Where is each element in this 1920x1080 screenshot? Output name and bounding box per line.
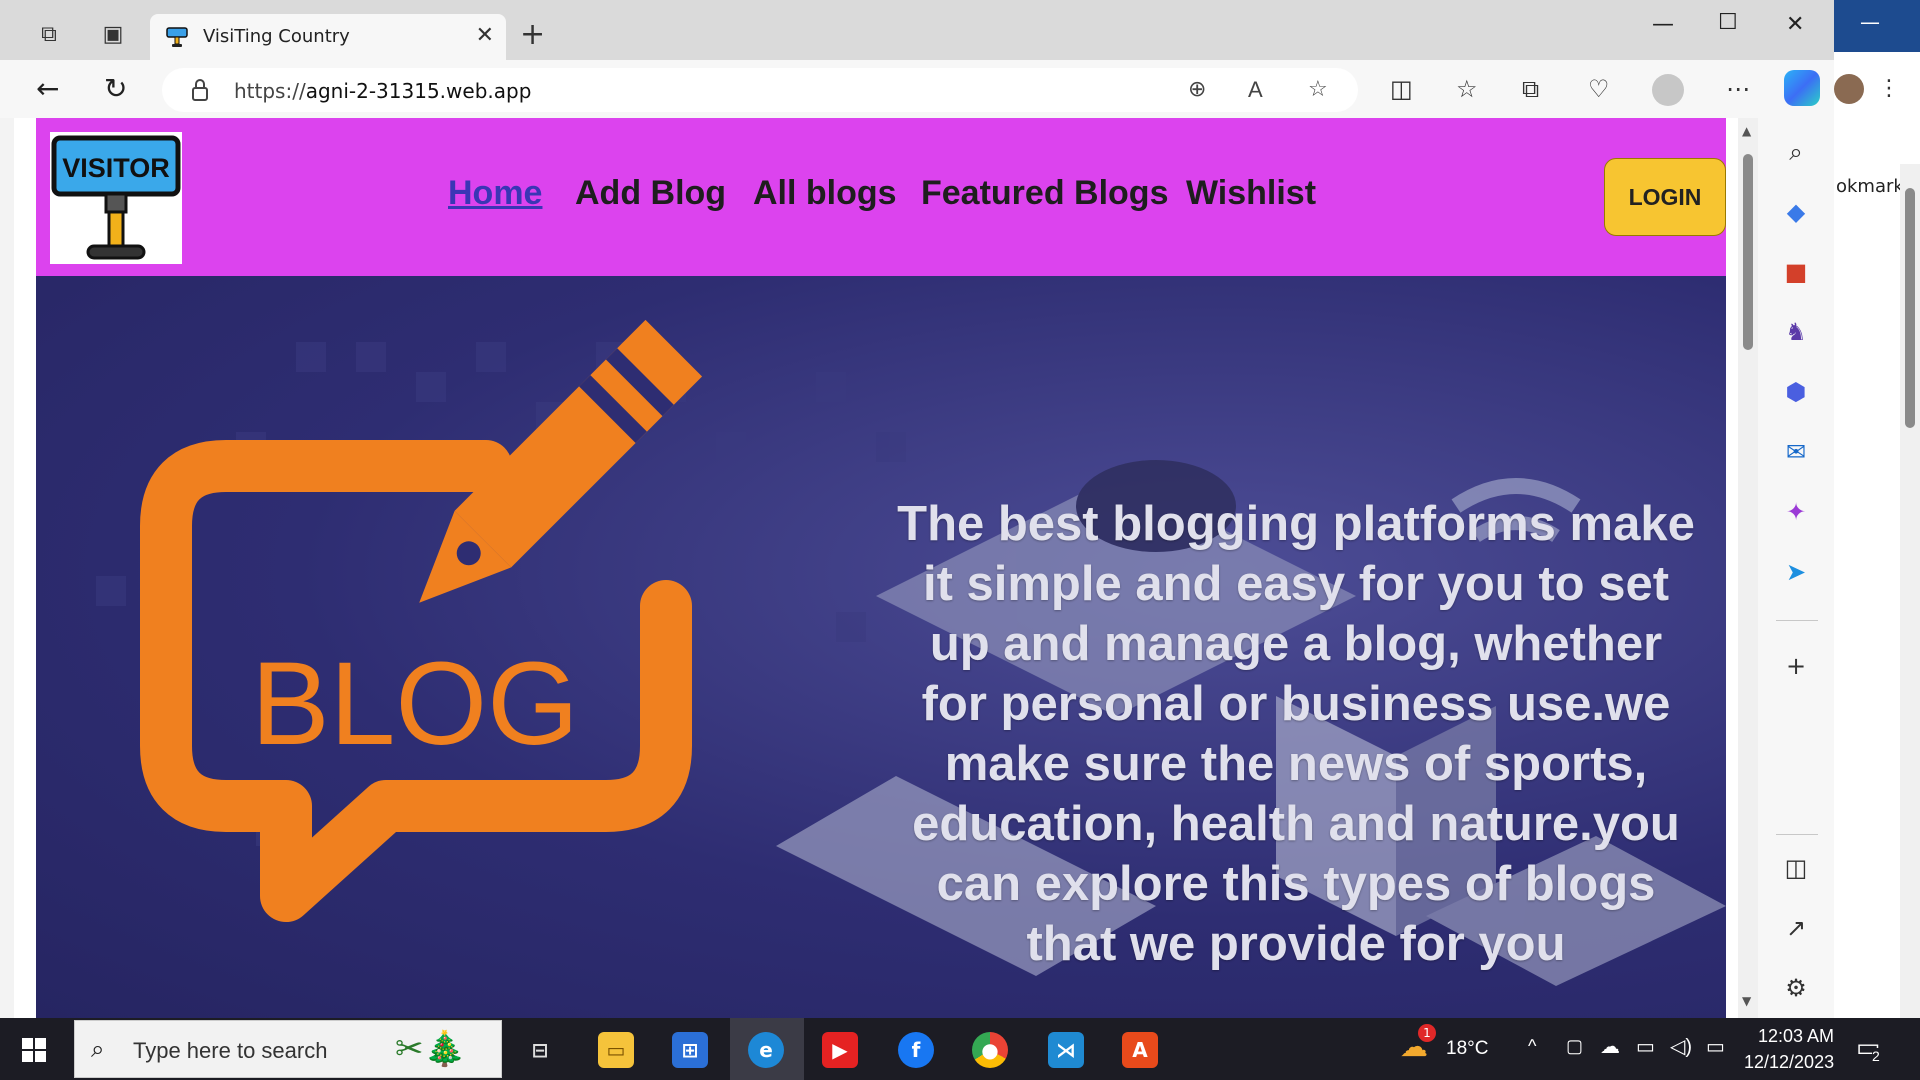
scrollbar-thumb[interactable] <box>1743 154 1753 350</box>
sidebar-divider <box>1776 620 1818 621</box>
favorites-icon[interactable]: ☆ <box>1456 76 1478 102</box>
file-explorer-icon[interactable]: ▭ <box>598 1032 634 1068</box>
background-scrollbar-thumb[interactable] <box>1905 188 1915 428</box>
background-window-toolbar: ⋮ okmarks <box>1834 52 1920 197</box>
browser-sidebar: ⌕ ◆ ■ ♞ ⬢ ✉ ✦ ➤ + ◫ ↗ ⚙ <box>1758 118 1834 1018</box>
hero-description: The best blogging platforms make it simp… <box>897 497 1695 971</box>
sidebar-divider <box>1776 834 1818 835</box>
windows-start-icon[interactable] <box>22 1038 46 1062</box>
background-avatar <box>1834 74 1864 104</box>
youtube-icon[interactable]: ▶ <box>822 1032 858 1068</box>
new-tab-icon[interactable]: + <box>520 20 545 50</box>
designer-icon[interactable]: ✦ <box>1780 496 1812 528</box>
copilot-icon[interactable] <box>1784 70 1820 106</box>
url-text: https://agni-2-31315.web.app <box>234 79 532 103</box>
volume-icon[interactable]: ◁) <box>1670 1034 1692 1059</box>
lock-icon[interactable] <box>190 78 210 102</box>
background-scrollbar[interactable] <box>1900 164 1920 1018</box>
outlook-icon[interactable]: ✉ <box>1780 436 1812 468</box>
nav-all-blogs[interactable]: All blogs <box>753 174 897 213</box>
profile-avatar[interactable] <box>1652 74 1684 106</box>
open-external-icon[interactable]: ↗ <box>1780 912 1812 944</box>
show-hidden-icons[interactable]: ^ <box>1528 1036 1536 1057</box>
add-sidebar-app-icon[interactable]: + <box>1780 650 1812 682</box>
chrome-icon[interactable]: ● <box>972 1032 1008 1068</box>
send-icon[interactable]: ➤ <box>1780 556 1812 588</box>
scroll-down-icon[interactable]: ▼ <box>1742 994 1751 1008</box>
weather-badge: 1 <box>1418 1024 1436 1042</box>
split-screen-icon[interactable]: ◫ <box>1390 76 1413 102</box>
search-highlight-icon: ✂🎄 <box>395 1029 466 1069</box>
shopping-tag-icon[interactable]: ◆ <box>1780 196 1812 228</box>
meet-icon[interactable]: ▢ <box>1566 1036 1583 1057</box>
app-icon[interactable]: A <box>1122 1032 1158 1068</box>
vscode-icon[interactable]: ⋊ <box>1048 1032 1084 1068</box>
sidebar-search-icon[interactable]: ⌕ <box>1780 136 1812 168</box>
zoom-icon[interactable]: ⊕ <box>1188 77 1206 102</box>
svg-text:VISITOR: VISITOR <box>62 153 170 183</box>
maximize-icon[interactable]: ☐ <box>1718 10 1738 35</box>
edge-icon[interactable]: e <box>748 1032 784 1068</box>
page-scrollbar[interactable]: ▲ ▼ <box>1738 118 1758 1018</box>
tab-close-icon[interactable]: ✕ <box>476 23 494 48</box>
nav-featured-blogs[interactable]: Featured Blogs <box>921 174 1168 213</box>
hero-banner: BLOG The best blogging platforms make it… <box>36 276 1726 1018</box>
hide-sidebar-icon[interactable]: ◫ <box>1780 852 1812 884</box>
clock-date[interactable]: 12/12/2023 <box>1744 1052 1834 1073</box>
scroll-up-icon[interactable]: ▲ <box>1742 124 1751 138</box>
site-header: VISITOR Home Add Blog All blogs Featured… <box>36 118 1726 276</box>
search-placeholder: Type here to search <box>133 1038 328 1063</box>
tab-active[interactable]: VisiTing Country ✕ <box>150 14 506 60</box>
settings-gear-icon[interactable]: ⚙ <box>1780 972 1812 1004</box>
visitor-logo[interactable]: VISITOR <box>50 132 182 264</box>
nav-wishlist[interactable]: Wishlist <box>1186 174 1316 213</box>
background-minimize-icon[interactable]: — <box>1860 10 1880 34</box>
nav-home[interactable]: Home <box>448 174 542 213</box>
background-window: — ⋮ okmarks <box>1834 0 1920 1018</box>
read-aloud-icon[interactable]: A <box>1248 77 1263 103</box>
svg-text:BLOG: BLOG <box>251 638 579 770</box>
collections-icon[interactable]: ⧉ <box>1522 76 1539 102</box>
network-icon[interactable]: ▭ <box>1706 1034 1725 1059</box>
minimize-icon[interactable]: — <box>1652 12 1674 37</box>
nav-add-blog[interactable]: Add Blog <box>575 174 726 213</box>
background-more-icon[interactable]: ⋮ <box>1878 76 1900 101</box>
browser-essentials-icon[interactable]: ♡ <box>1588 76 1610 102</box>
tab-title: VisiTing Country <box>203 26 350 47</box>
notification-count: 2 <box>1872 1048 1880 1064</box>
games-icon[interactable]: ♞ <box>1780 316 1812 348</box>
battery-icon[interactable]: ▭ <box>1636 1034 1655 1059</box>
ms-store-icon[interactable]: ⊞ <box>672 1032 708 1068</box>
tab-actions-icon[interactable]: ▣ <box>100 22 126 48</box>
login-button[interactable]: LOGIN <box>1604 158 1726 236</box>
onedrive-icon[interactable]: ☁ <box>1600 1034 1620 1059</box>
favorite-star-icon[interactable]: ☆ <box>1308 77 1328 102</box>
background-window-titlebar: — <box>1834 0 1920 52</box>
facebook-icon[interactable]: f <box>898 1032 934 1068</box>
microsoft365-icon[interactable]: ⬢ <box>1780 376 1812 408</box>
back-icon[interactable]: ← <box>36 74 59 104</box>
site-favicon-icon <box>166 27 188 47</box>
task-view-icon[interactable]: ⊟ <box>522 1032 558 1068</box>
taskbar: ⌕ Type here to search ✂🎄 ⊟ ▭ ⊞ e ▶ f ● ⋊… <box>0 1018 1920 1080</box>
taskbar-search-box[interactable]: ⌕ Type here to search ✂🎄 <box>74 1020 502 1078</box>
tools-icon[interactable]: ■ <box>1780 256 1812 288</box>
close-window-icon[interactable]: ✕ <box>1786 12 1804 37</box>
weather-temperature[interactable]: 18°C <box>1446 1038 1488 1060</box>
tab-bar: ⧉ ▣ VisiTing Country ✕ + — ☐ ✕ <box>0 0 1834 60</box>
page-viewport: VISITOR Home Add Blog All blogs Featured… <box>14 118 1758 1018</box>
address-bar: ← ↻ https://agni-2-31315.web.app ⊕ A ☆ ◫… <box>0 60 1834 118</box>
url-field[interactable]: https://agni-2-31315.web.app ⊕ A ☆ <box>162 68 1358 112</box>
clock-time[interactable]: 12:03 AM <box>1758 1026 1834 1047</box>
browser-window: ⧉ ▣ VisiTing Country ✕ + — ☐ ✕ ← ↻ https… <box>0 0 1834 1018</box>
workspaces-icon[interactable]: ⧉ <box>36 22 62 48</box>
search-icon: ⌕ <box>91 1035 105 1063</box>
refresh-icon[interactable]: ↻ <box>104 74 127 104</box>
more-menu-icon[interactable]: ⋯ <box>1726 76 1750 102</box>
